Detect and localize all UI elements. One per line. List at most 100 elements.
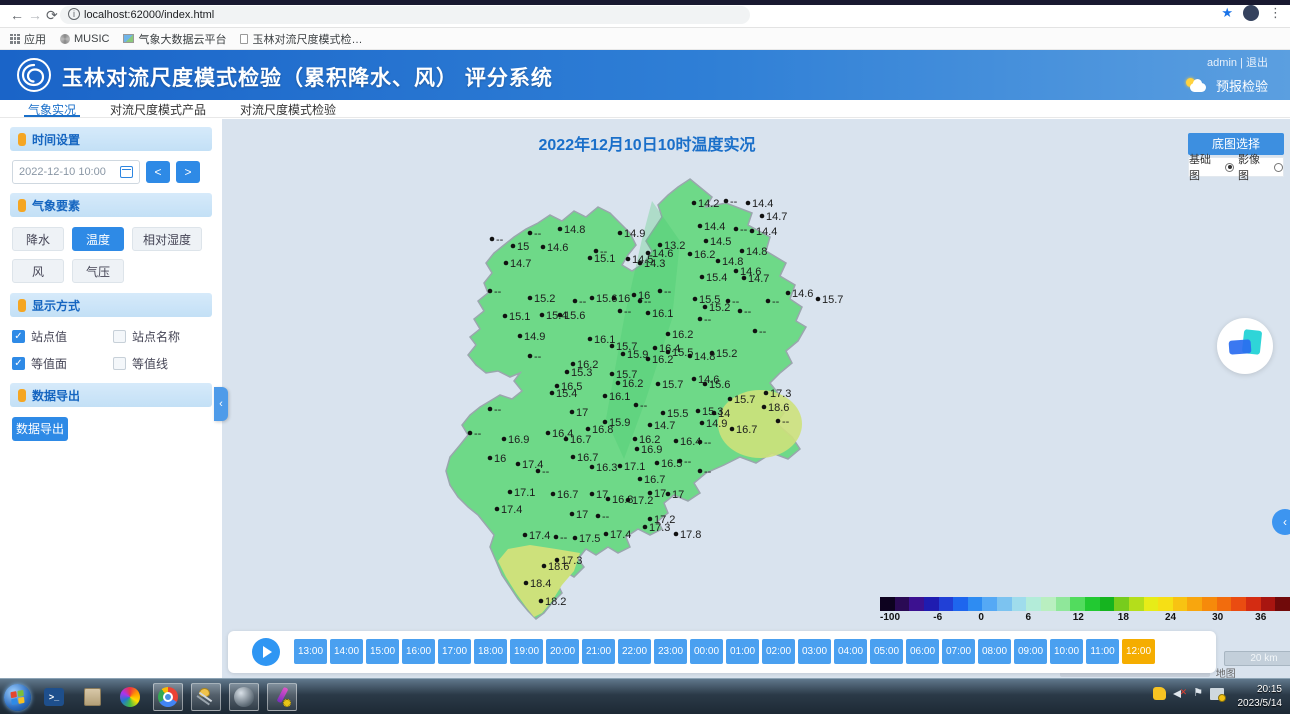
taskbar-media-app[interactable] — [115, 683, 145, 711]
todesk-float-logo[interactable] — [1217, 318, 1273, 374]
bookmark-apps[interactable]: 应用 — [10, 31, 46, 47]
taskbar-clock[interactable]: 20:15 2023/5/14 — [1238, 683, 1283, 711]
logout-link[interactable]: 退出 — [1246, 57, 1268, 69]
taskbar-db-tool[interactable] — [191, 683, 221, 711]
station-point — [618, 309, 623, 314]
time-button-17:00[interactable]: 17:00 — [438, 639, 471, 664]
time-button-20:00[interactable]: 20:00 — [546, 639, 579, 664]
basemap-basic-label[interactable]: 基础图 — [1189, 151, 1221, 183]
basemap-imagery-radio[interactable] — [1274, 163, 1283, 172]
time-button-22:00[interactable]: 22:00 — [618, 639, 651, 664]
bookmark-star-icon[interactable]: ★ — [1221, 5, 1233, 21]
time-button-11:00[interactable]: 11:00 — [1086, 639, 1119, 664]
element-button[interactable]: 气压 — [72, 259, 124, 283]
browser-menu-icon[interactable]: ⋮ — [1269, 5, 1282, 21]
station-point — [760, 214, 765, 219]
time-button-01:00[interactable]: 01:00 — [726, 639, 759, 664]
time-button-23:00[interactable]: 23:00 — [654, 639, 687, 664]
checkbox-icon[interactable] — [113, 330, 126, 343]
address-bar[interactable]: localhost:62000/index.html — [60, 6, 750, 24]
taskbar-server-app[interactable] — [77, 683, 107, 711]
bookmark-cloud-platform[interactable]: 气象大数据云平台 — [123, 31, 226, 47]
panel-title: 数据导出 — [32, 387, 80, 404]
checkbox-icon[interactable]: ✓ — [12, 357, 25, 370]
station-point — [573, 536, 578, 541]
time-button-04:00[interactable]: 04:00 — [834, 639, 867, 664]
display-checkbox[interactable]: 等值线 — [113, 355, 210, 372]
action-center-flag-icon[interactable]: ⚑ — [1193, 687, 1203, 700]
bookmark-music[interactable]: MUSIC — [60, 33, 109, 45]
element-button[interactable]: 温度 — [72, 227, 124, 251]
map-area[interactable]: 14.2--14.414.714.4--14.414.514.914.8----… — [222, 119, 1290, 678]
data-export-button[interactable]: 数据导出 — [12, 417, 68, 441]
station-value: 15.3 — [571, 367, 592, 379]
time-button-14:00[interactable]: 14:00 — [330, 639, 363, 664]
time-button-10:00[interactable]: 10:00 — [1050, 639, 1083, 664]
time-button-16:00[interactable]: 16:00 — [402, 639, 435, 664]
profile-avatar[interactable] — [1243, 5, 1259, 21]
volume-muted-icon[interactable]: ✕ — [1173, 687, 1186, 700]
station-point — [674, 532, 679, 537]
checkbox-icon[interactable] — [113, 357, 126, 370]
time-button-03:00[interactable]: 03:00 — [798, 639, 831, 664]
element-button[interactable]: 相对湿度 — [132, 227, 202, 251]
play-button[interactable] — [252, 638, 280, 666]
time-button-09:00[interactable]: 09:00 — [1014, 639, 1047, 664]
station-point — [635, 447, 640, 452]
taskbar-powershell[interactable]: >_ — [39, 683, 69, 711]
datetime-input[interactable]: 2022-12-10 10:00 — [12, 160, 140, 184]
start-button[interactable] — [4, 684, 31, 711]
time-button-05:00[interactable]: 05:00 — [870, 639, 903, 664]
station-point — [528, 354, 533, 359]
time-button-19:00[interactable]: 19:00 — [510, 639, 543, 664]
tab-weather-live[interactable]: 气象实况 — [24, 100, 80, 117]
station-value: 16 — [494, 453, 506, 465]
basemap-imagery-label[interactable]: 影像图 — [1238, 151, 1270, 183]
panel-title: 显示方式 — [32, 297, 80, 314]
station-point — [716, 259, 721, 264]
tab-model-products[interactable]: 对流尺度模式产品 — [106, 100, 210, 117]
time-button-08:00[interactable]: 08:00 — [978, 639, 1011, 664]
user-area: admin | 退出 — [1207, 54, 1268, 70]
bookmark-yulin-system[interactable]: 玉林对流尺度模式检… — [240, 31, 362, 47]
taskbar-editor-app[interactable] — [267, 683, 297, 711]
station-point — [738, 309, 743, 314]
tab-model-verify[interactable]: 对流尺度模式检验 — [236, 100, 340, 117]
tray-app-icon[interactable] — [1153, 687, 1166, 700]
reload-icon[interactable]: ⟳ — [46, 7, 58, 24]
display-checkbox[interactable]: ✓站点值 — [12, 328, 109, 345]
station-point — [703, 305, 708, 310]
display-checkbox[interactable]: ✓等值面 — [12, 355, 109, 372]
time-button-06:00[interactable]: 06:00 — [906, 639, 939, 664]
element-button[interactable]: 降水 — [12, 227, 64, 251]
time-button-02:00[interactable]: 02:00 — [762, 639, 795, 664]
basemap-basic-radio[interactable] — [1225, 163, 1234, 172]
forward-icon[interactable]: → — [28, 7, 42, 23]
back-icon[interactable]: ← — [10, 7, 24, 23]
station-value: -- — [704, 314, 712, 326]
time-button-15:00[interactable]: 15:00 — [366, 639, 399, 664]
time-next-button[interactable]: > — [176, 161, 200, 183]
station-point — [656, 382, 661, 387]
forecast-verify-link[interactable]: 预报检验 — [1186, 76, 1268, 95]
station-point — [518, 334, 523, 339]
time-button-12:00[interactable]: 12:00 — [1122, 639, 1155, 664]
time-button-18:00[interactable]: 18:00 — [474, 639, 507, 664]
time-button-07:00[interactable]: 07:00 — [942, 639, 975, 664]
time-button-00:00[interactable]: 00:00 — [690, 639, 723, 664]
app-header: 玉林对流尺度模式检验（累积降水、风） 评分系统 admin | 退出 预报检验 — [0, 50, 1290, 100]
username[interactable]: admin — [1207, 57, 1237, 69]
time-prev-button[interactable]: < — [146, 161, 170, 183]
taskbar-globe-app[interactable] — [229, 683, 259, 711]
time-button-13:00[interactable]: 13:00 — [294, 639, 327, 664]
station-point — [596, 514, 601, 519]
site-info-icon[interactable]: i — [68, 8, 80, 20]
element-button[interactable]: 风 — [12, 259, 64, 283]
checkbox-icon[interactable]: ✓ — [12, 330, 25, 343]
time-button-21:00[interactable]: 21:00 — [582, 639, 615, 664]
network-warning-icon[interactable] — [1210, 688, 1224, 700]
station-point — [546, 431, 551, 436]
bookmarks-bar: 应用 MUSIC 气象大数据云平台 玉林对流尺度模式检… — [0, 28, 1290, 50]
display-checkbox[interactable]: 站点名称 — [113, 328, 210, 345]
taskbar-chrome[interactable] — [153, 683, 183, 711]
